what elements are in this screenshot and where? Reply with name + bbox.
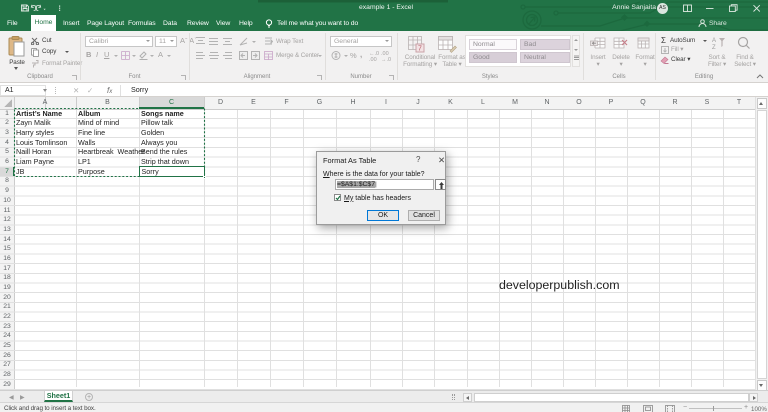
svg-text:A: A	[712, 38, 716, 44]
svg-text:7: 7	[418, 46, 422, 53]
svg-text:Z: Z	[712, 45, 716, 49]
